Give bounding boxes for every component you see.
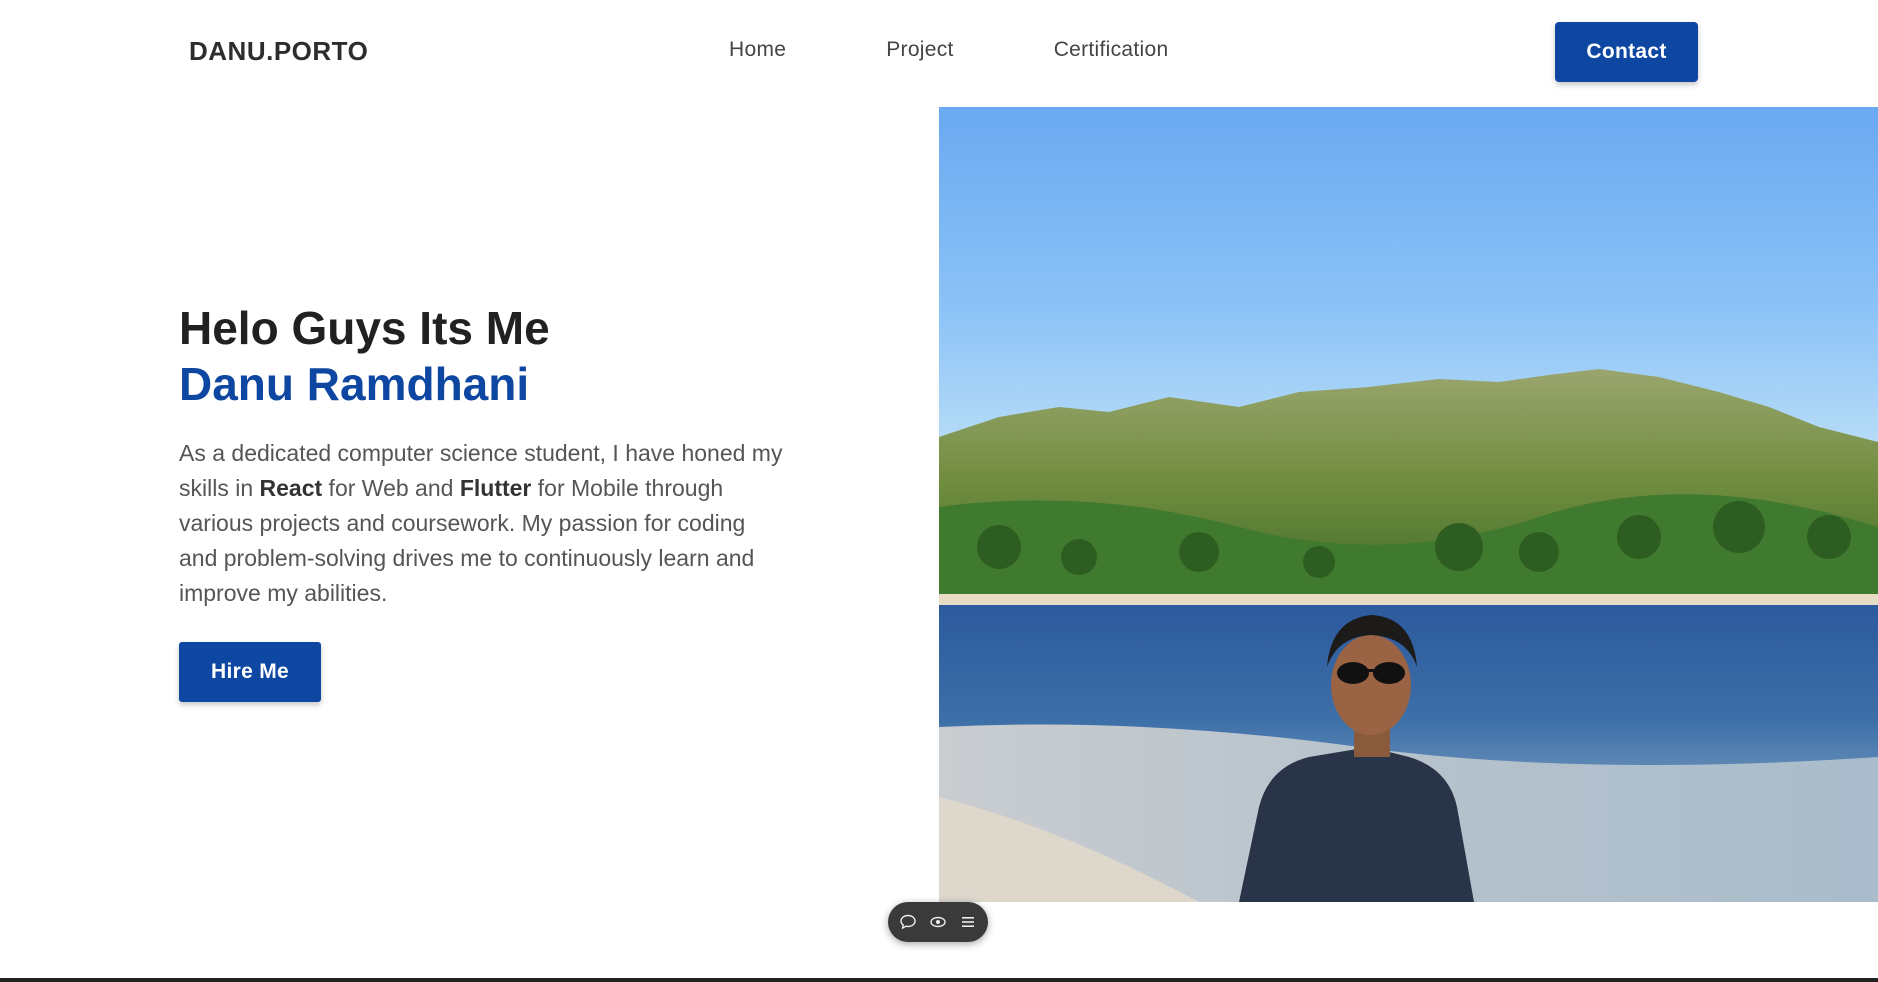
navbar: DANU.PORTO Home Project Certification Co… <box>0 0 1878 106</box>
nav-link-project[interactable]: Project <box>886 38 953 62</box>
eye-icon[interactable] <box>928 912 948 932</box>
skill-react: React <box>259 475 323 501</box>
portfolio-page: DANU.PORTO Home Project Certification Co… <box>0 0 1878 982</box>
skill-flutter: Flutter <box>459 475 532 501</box>
profile-photo <box>939 107 1878 902</box>
hire-me-button[interactable]: Hire Me <box>179 642 321 702</box>
bottom-border <box>0 978 1878 982</box>
menu-icon[interactable] <box>958 912 978 932</box>
nav-link-certification[interactable]: Certification <box>1054 38 1169 62</box>
nav-links: Home Project Certification <box>729 38 1168 62</box>
beach-photo-illustration <box>939 107 1878 902</box>
comment-icon[interactable] <box>898 912 918 932</box>
floating-toolbar <box>888 902 988 942</box>
contact-button[interactable]: Contact <box>1555 22 1698 82</box>
hero-greeting: Helo Guys Its Me <box>179 302 550 354</box>
brand-logo[interactable]: DANU.PORTO <box>189 36 368 67</box>
desc-text-2: for Web and <box>322 475 460 501</box>
hero-name: Danu Ramdhani <box>179 358 530 410</box>
nav-link-home[interactable]: Home <box>729 38 786 62</box>
hero-description: As a dedicated computer science student,… <box>179 436 789 611</box>
hero-section: Helo Guys Its Me Danu Ramdhani As a dedi… <box>179 300 799 634</box>
